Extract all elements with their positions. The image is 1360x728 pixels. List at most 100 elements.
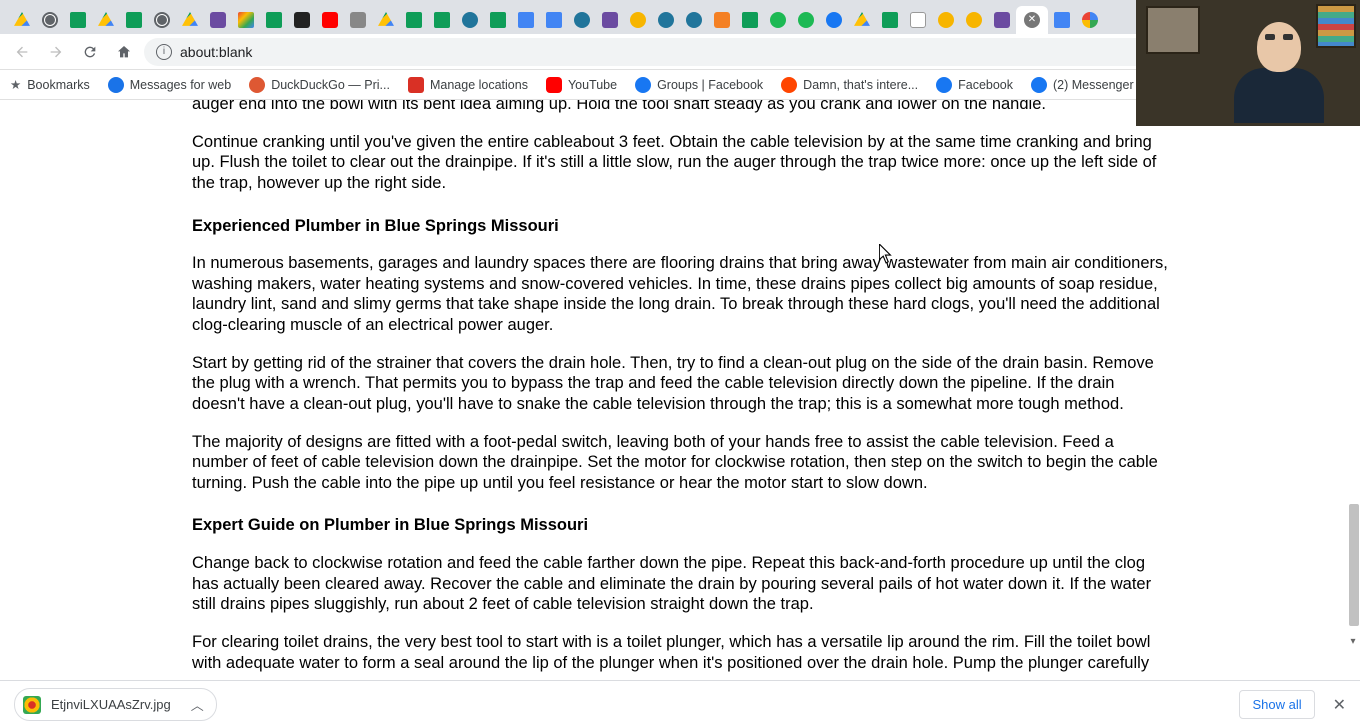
file-icon bbox=[23, 696, 41, 714]
bookmark-item[interactable]: Facebook bbox=[936, 77, 1013, 93]
bookmark-label: Groups | Facebook bbox=[657, 78, 763, 92]
tab[interactable] bbox=[904, 6, 932, 34]
paragraph: The majority of designs are fitted with … bbox=[192, 432, 1168, 494]
close-icon[interactable]: ✕ bbox=[1024, 12, 1040, 28]
back-button[interactable] bbox=[8, 38, 36, 66]
tab[interactable] bbox=[344, 6, 372, 34]
arrow-right-icon bbox=[48, 44, 64, 60]
tab[interactable] bbox=[176, 6, 204, 34]
tab[interactable] bbox=[120, 6, 148, 34]
reddit-icon bbox=[781, 77, 797, 93]
tab[interactable] bbox=[64, 6, 92, 34]
tab[interactable] bbox=[1076, 6, 1104, 34]
tab[interactable] bbox=[932, 6, 960, 34]
bookmark-item[interactable]: Damn, that's intere... bbox=[781, 77, 918, 93]
bookmark-label: Damn, that's intere... bbox=[803, 78, 918, 92]
download-filename: EtjnviLXUAAsZrv.jpg bbox=[51, 697, 171, 712]
tab[interactable] bbox=[540, 6, 568, 34]
tab[interactable] bbox=[400, 6, 428, 34]
tab[interactable] bbox=[316, 6, 344, 34]
tab[interactable] bbox=[372, 6, 400, 34]
tab[interactable] bbox=[484, 6, 512, 34]
paragraph: Change back to clockwise rotation and fe… bbox=[192, 553, 1168, 615]
article-body: auger end into the bowl with its bent id… bbox=[0, 100, 1360, 672]
duckduckgo-icon bbox=[249, 77, 265, 93]
tab[interactable] bbox=[260, 6, 288, 34]
scrollbar-thumb[interactable] bbox=[1349, 504, 1359, 626]
bookmark-item[interactable]: YouTube bbox=[546, 77, 617, 93]
tab[interactable] bbox=[820, 6, 848, 34]
webcam-overlay bbox=[1136, 0, 1360, 126]
bookmark-label: Messages for web bbox=[130, 78, 231, 92]
reload-icon bbox=[82, 44, 98, 60]
home-icon bbox=[116, 44, 132, 60]
reload-button[interactable] bbox=[76, 38, 104, 66]
tab[interactable] bbox=[988, 6, 1016, 34]
arrow-left-icon bbox=[14, 44, 30, 60]
tab[interactable] bbox=[204, 6, 232, 34]
bookmark-item[interactable]: Messages for web bbox=[108, 77, 231, 93]
tab[interactable] bbox=[876, 6, 904, 34]
tab[interactable] bbox=[596, 6, 624, 34]
bookmark-label: YouTube bbox=[568, 78, 617, 92]
location-icon bbox=[408, 77, 424, 93]
tab[interactable] bbox=[708, 6, 736, 34]
download-item[interactable]: EtjnviLXUAAsZrv.jpg ︿ bbox=[14, 688, 217, 721]
bookmark-item[interactable]: Groups | Facebook bbox=[635, 77, 763, 93]
tab[interactable] bbox=[624, 6, 652, 34]
paragraph: For clearing toilet drains, the very bes… bbox=[192, 632, 1168, 672]
paragraph: Continue cranking until you've given the… bbox=[192, 132, 1168, 194]
bookmark-item[interactable]: ★ Bookmarks bbox=[10, 77, 90, 92]
tab[interactable] bbox=[960, 6, 988, 34]
messages-icon bbox=[108, 77, 124, 93]
downloads-bar: EtjnviLXUAAsZrv.jpg ︿ Show all ✕ bbox=[0, 680, 1360, 728]
tab[interactable] bbox=[8, 6, 36, 34]
tab[interactable] bbox=[764, 6, 792, 34]
url-text: about:blank bbox=[180, 44, 252, 60]
facebook-icon bbox=[936, 77, 952, 93]
tab[interactable] bbox=[736, 6, 764, 34]
tab[interactable] bbox=[428, 6, 456, 34]
star-icon: ★ bbox=[10, 77, 21, 92]
bookmark-label: DuckDuckGo — Pri... bbox=[271, 78, 390, 92]
close-icon[interactable]: ✕ bbox=[1333, 695, 1346, 715]
paragraph: Start by getting rid of the strainer tha… bbox=[192, 353, 1168, 415]
tab-active[interactable]: ✕ bbox=[1016, 6, 1048, 34]
heading: Expert Guide on Plumber in Blue Springs … bbox=[192, 515, 1168, 536]
chevron-up-icon[interactable]: ︿ bbox=[191, 695, 204, 714]
home-button[interactable] bbox=[110, 38, 138, 66]
bookmark-label: Bookmarks bbox=[27, 78, 90, 92]
bookmark-label: Facebook bbox=[958, 78, 1013, 92]
bookmark-item[interactable]: Manage locations bbox=[408, 77, 528, 93]
tab[interactable] bbox=[1048, 6, 1076, 34]
bookmark-item[interactable]: DuckDuckGo — Pri... bbox=[249, 77, 390, 93]
facebook-icon bbox=[1031, 77, 1047, 93]
tab[interactable] bbox=[92, 6, 120, 34]
tab[interactable] bbox=[652, 6, 680, 34]
tab[interactable] bbox=[512, 6, 540, 34]
page-viewport: auger end into the bowl with its bent id… bbox=[0, 100, 1360, 672]
tab[interactable] bbox=[848, 6, 876, 34]
wall-art-icon bbox=[1146, 6, 1200, 54]
paragraph: In numerous basements, garages and laund… bbox=[192, 253, 1168, 336]
tab[interactable] bbox=[288, 6, 316, 34]
tab[interactable] bbox=[36, 6, 64, 34]
tab[interactable] bbox=[232, 6, 260, 34]
tab[interactable] bbox=[792, 6, 820, 34]
show-all-button[interactable]: Show all bbox=[1239, 690, 1314, 719]
address-bar[interactable]: i about:blank ☆ ✎ bbox=[144, 38, 1250, 66]
paragraph: auger end into the bowl with its bent id… bbox=[192, 100, 1168, 115]
tab[interactable] bbox=[680, 6, 708, 34]
forward-button[interactable] bbox=[42, 38, 70, 66]
tab[interactable] bbox=[148, 6, 176, 34]
vertical-scrollbar[interactable]: ▾ bbox=[1346, 100, 1360, 660]
bookmark-label: Manage locations bbox=[430, 78, 528, 92]
webcam-person bbox=[1234, 22, 1324, 122]
scroll-down-icon[interactable]: ▾ bbox=[1348, 636, 1358, 646]
site-info-icon[interactable]: i bbox=[156, 44, 172, 60]
heading: Experienced Plumber in Blue Springs Miss… bbox=[192, 216, 1168, 237]
facebook-icon bbox=[635, 77, 651, 93]
youtube-icon bbox=[546, 77, 562, 93]
tab[interactable] bbox=[568, 6, 596, 34]
tab[interactable] bbox=[456, 6, 484, 34]
